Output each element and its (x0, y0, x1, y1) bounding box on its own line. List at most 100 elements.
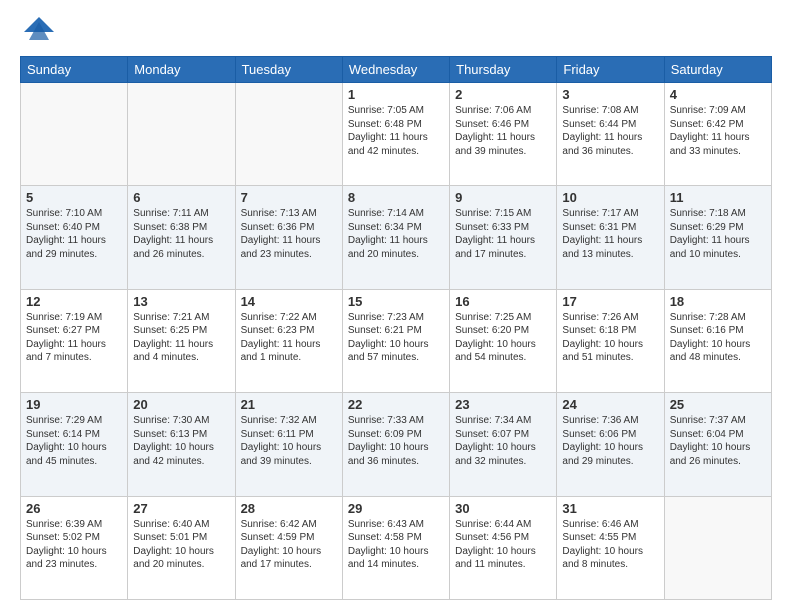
day-number: 29 (348, 501, 444, 516)
calendar-cell: 8 Sunrise: 7:14 AM Sunset: 6:34 PM Daylig… (342, 186, 449, 289)
cell-info: Sunrise: 6:40 AM Sunset: 5:01 PM Dayligh… (133, 518, 229, 572)
cell-info: Sunrise: 7:08 AM Sunset: 6:44 PM Dayligh… (562, 104, 658, 158)
cell-info: Sunrise: 7:25 AM Sunset: 6:20 PM Dayligh… (455, 311, 551, 365)
day-number: 14 (241, 294, 337, 309)
weekday-header-thursday: Thursday (450, 57, 557, 83)
cell-info: Sunrise: 7:33 AM Sunset: 6:09 PM Dayligh… (348, 414, 444, 468)
calendar-cell: 24 Sunrise: 7:36 AM Sunset: 6:06 PM Dayli… (557, 393, 664, 496)
calendar-cell: 31 Sunrise: 6:46 AM Sunset: 4:55 PM Dayli… (557, 496, 664, 599)
day-number: 30 (455, 501, 551, 516)
cell-info: Sunrise: 7:10 AM Sunset: 6:40 PM Dayligh… (26, 207, 122, 261)
weekday-header-row: SundayMondayTuesdayWednesdayThursdayFrid… (21, 57, 772, 83)
cell-info: Sunrise: 7:18 AM Sunset: 6:29 PM Dayligh… (670, 207, 766, 261)
cell-info: Sunrise: 7:06 AM Sunset: 6:46 PM Dayligh… (455, 104, 551, 158)
day-number: 31 (562, 501, 658, 516)
calendar-cell (21, 83, 128, 186)
cell-info: Sunrise: 7:17 AM Sunset: 6:31 PM Dayligh… (562, 207, 658, 261)
day-number: 19 (26, 397, 122, 412)
day-number: 2 (455, 87, 551, 102)
calendar-cell: 23 Sunrise: 7:34 AM Sunset: 6:07 PM Dayli… (450, 393, 557, 496)
day-number: 10 (562, 190, 658, 205)
cell-info: Sunrise: 7:32 AM Sunset: 6:11 PM Dayligh… (241, 414, 337, 468)
cell-info: Sunrise: 7:11 AM Sunset: 6:38 PM Dayligh… (133, 207, 229, 261)
calendar-cell: 1Sunrise: 7:05 AM Sunset: 6:48 PM Daylig… (342, 83, 449, 186)
calendar-cell: 11 Sunrise: 7:18 AM Sunset: 6:29 PM Dayli… (664, 186, 771, 289)
day-number: 20 (133, 397, 229, 412)
calendar-cell: 4Sunrise: 7:09 AM Sunset: 6:42 PM Daylig… (664, 83, 771, 186)
calendar-cell: 5 Sunrise: 7:10 AM Sunset: 6:40 PM Daylig… (21, 186, 128, 289)
day-number: 5 (26, 190, 122, 205)
day-number: 18 (670, 294, 766, 309)
calendar-cell: 9 Sunrise: 7:15 AM Sunset: 6:33 PM Daylig… (450, 186, 557, 289)
day-number: 15 (348, 294, 444, 309)
cell-info: Sunrise: 6:44 AM Sunset: 4:56 PM Dayligh… (455, 518, 551, 572)
calendar-cell (128, 83, 235, 186)
calendar-cell: 12 Sunrise: 7:19 AM Sunset: 6:27 PM Dayli… (21, 289, 128, 392)
calendar-cell: 20 Sunrise: 7:30 AM Sunset: 6:13 PM Dayli… (128, 393, 235, 496)
cell-info: Sunrise: 7:22 AM Sunset: 6:23 PM Dayligh… (241, 311, 337, 365)
day-number: 17 (562, 294, 658, 309)
calendar-week-row: 5 Sunrise: 7:10 AM Sunset: 6:40 PM Daylig… (21, 186, 772, 289)
day-number: 11 (670, 190, 766, 205)
day-number: 28 (241, 501, 337, 516)
cell-info: Sunrise: 7:15 AM Sunset: 6:33 PM Dayligh… (455, 207, 551, 261)
logo-icon (24, 12, 54, 42)
day-number: 6 (133, 190, 229, 205)
cell-info: Sunrise: 6:42 AM Sunset: 4:59 PM Dayligh… (241, 518, 337, 572)
day-number: 8 (348, 190, 444, 205)
calendar-cell: 26Sunrise: 6:39 AM Sunset: 5:02 PM Dayli… (21, 496, 128, 599)
cell-info: Sunrise: 7:28 AM Sunset: 6:16 PM Dayligh… (670, 311, 766, 365)
cell-info: Sunrise: 7:05 AM Sunset: 6:48 PM Dayligh… (348, 104, 444, 158)
calendar-table: SundayMondayTuesdayWednesdayThursdayFrid… (20, 56, 772, 600)
day-number: 24 (562, 397, 658, 412)
cell-info: Sunrise: 6:39 AM Sunset: 5:02 PM Dayligh… (26, 518, 122, 572)
calendar-cell: 19 Sunrise: 7:29 AM Sunset: 6:14 PM Dayli… (21, 393, 128, 496)
calendar-cell: 18 Sunrise: 7:28 AM Sunset: 6:16 PM Dayli… (664, 289, 771, 392)
cell-info: Sunrise: 7:21 AM Sunset: 6:25 PM Dayligh… (133, 311, 229, 365)
calendar-cell: 17 Sunrise: 7:26 AM Sunset: 6:18 PM Dayli… (557, 289, 664, 392)
day-number: 27 (133, 501, 229, 516)
day-number: 3 (562, 87, 658, 102)
calendar-cell: 16 Sunrise: 7:25 AM Sunset: 6:20 PM Dayli… (450, 289, 557, 392)
cell-info: Sunrise: 7:26 AM Sunset: 6:18 PM Dayligh… (562, 311, 658, 365)
calendar-cell (664, 496, 771, 599)
weekday-header-sunday: Sunday (21, 57, 128, 83)
calendar-cell: 13Sunrise: 7:21 AM Sunset: 6:25 PM Dayli… (128, 289, 235, 392)
weekday-header-tuesday: Tuesday (235, 57, 342, 83)
calendar-cell: 22 Sunrise: 7:33 AM Sunset: 6:09 PM Dayli… (342, 393, 449, 496)
weekday-header-saturday: Saturday (664, 57, 771, 83)
cell-info: Sunrise: 7:30 AM Sunset: 6:13 PM Dayligh… (133, 414, 229, 468)
weekday-header-friday: Friday (557, 57, 664, 83)
calendar-cell: 30 Sunrise: 6:44 AM Sunset: 4:56 PM Dayli… (450, 496, 557, 599)
page: SundayMondayTuesdayWednesdayThursdayFrid… (0, 0, 792, 612)
calendar-cell: 10 Sunrise: 7:17 AM Sunset: 6:31 PM Dayli… (557, 186, 664, 289)
weekday-header-wednesday: Wednesday (342, 57, 449, 83)
calendar-week-row: 19 Sunrise: 7:29 AM Sunset: 6:14 PM Dayli… (21, 393, 772, 496)
day-number: 25 (670, 397, 766, 412)
calendar-week-row: 26Sunrise: 6:39 AM Sunset: 5:02 PM Dayli… (21, 496, 772, 599)
calendar-cell: 3 Sunrise: 7:08 AM Sunset: 6:44 PM Daylig… (557, 83, 664, 186)
calendar-cell (235, 83, 342, 186)
calendar-week-row: 1Sunrise: 7:05 AM Sunset: 6:48 PM Daylig… (21, 83, 772, 186)
day-number: 7 (241, 190, 337, 205)
cell-info: Sunrise: 7:37 AM Sunset: 6:04 PM Dayligh… (670, 414, 766, 468)
day-number: 4 (670, 87, 766, 102)
cell-info: Sunrise: 6:46 AM Sunset: 4:55 PM Dayligh… (562, 518, 658, 572)
cell-info: Sunrise: 7:34 AM Sunset: 6:07 PM Dayligh… (455, 414, 551, 468)
cell-info: Sunrise: 7:14 AM Sunset: 6:34 PM Dayligh… (348, 207, 444, 261)
day-number: 22 (348, 397, 444, 412)
cell-info: Sunrise: 7:29 AM Sunset: 6:14 PM Dayligh… (26, 414, 122, 468)
day-number: 23 (455, 397, 551, 412)
day-number: 16 (455, 294, 551, 309)
calendar-cell: 28 Sunrise: 6:42 AM Sunset: 4:59 PM Dayli… (235, 496, 342, 599)
cell-info: Sunrise: 7:19 AM Sunset: 6:27 PM Dayligh… (26, 311, 122, 365)
day-number: 12 (26, 294, 122, 309)
cell-info: Sunrise: 7:36 AM Sunset: 6:06 PM Dayligh… (562, 414, 658, 468)
day-number: 9 (455, 190, 551, 205)
cell-info: Sunrise: 7:13 AM Sunset: 6:36 PM Dayligh… (241, 207, 337, 261)
calendar-cell: 27 Sunrise: 6:40 AM Sunset: 5:01 PM Dayli… (128, 496, 235, 599)
weekday-header-monday: Monday (128, 57, 235, 83)
logo (20, 16, 54, 46)
calendar-cell: 6 Sunrise: 7:11 AM Sunset: 6:38 PM Daylig… (128, 186, 235, 289)
cell-info: Sunrise: 6:43 AM Sunset: 4:58 PM Dayligh… (348, 518, 444, 572)
